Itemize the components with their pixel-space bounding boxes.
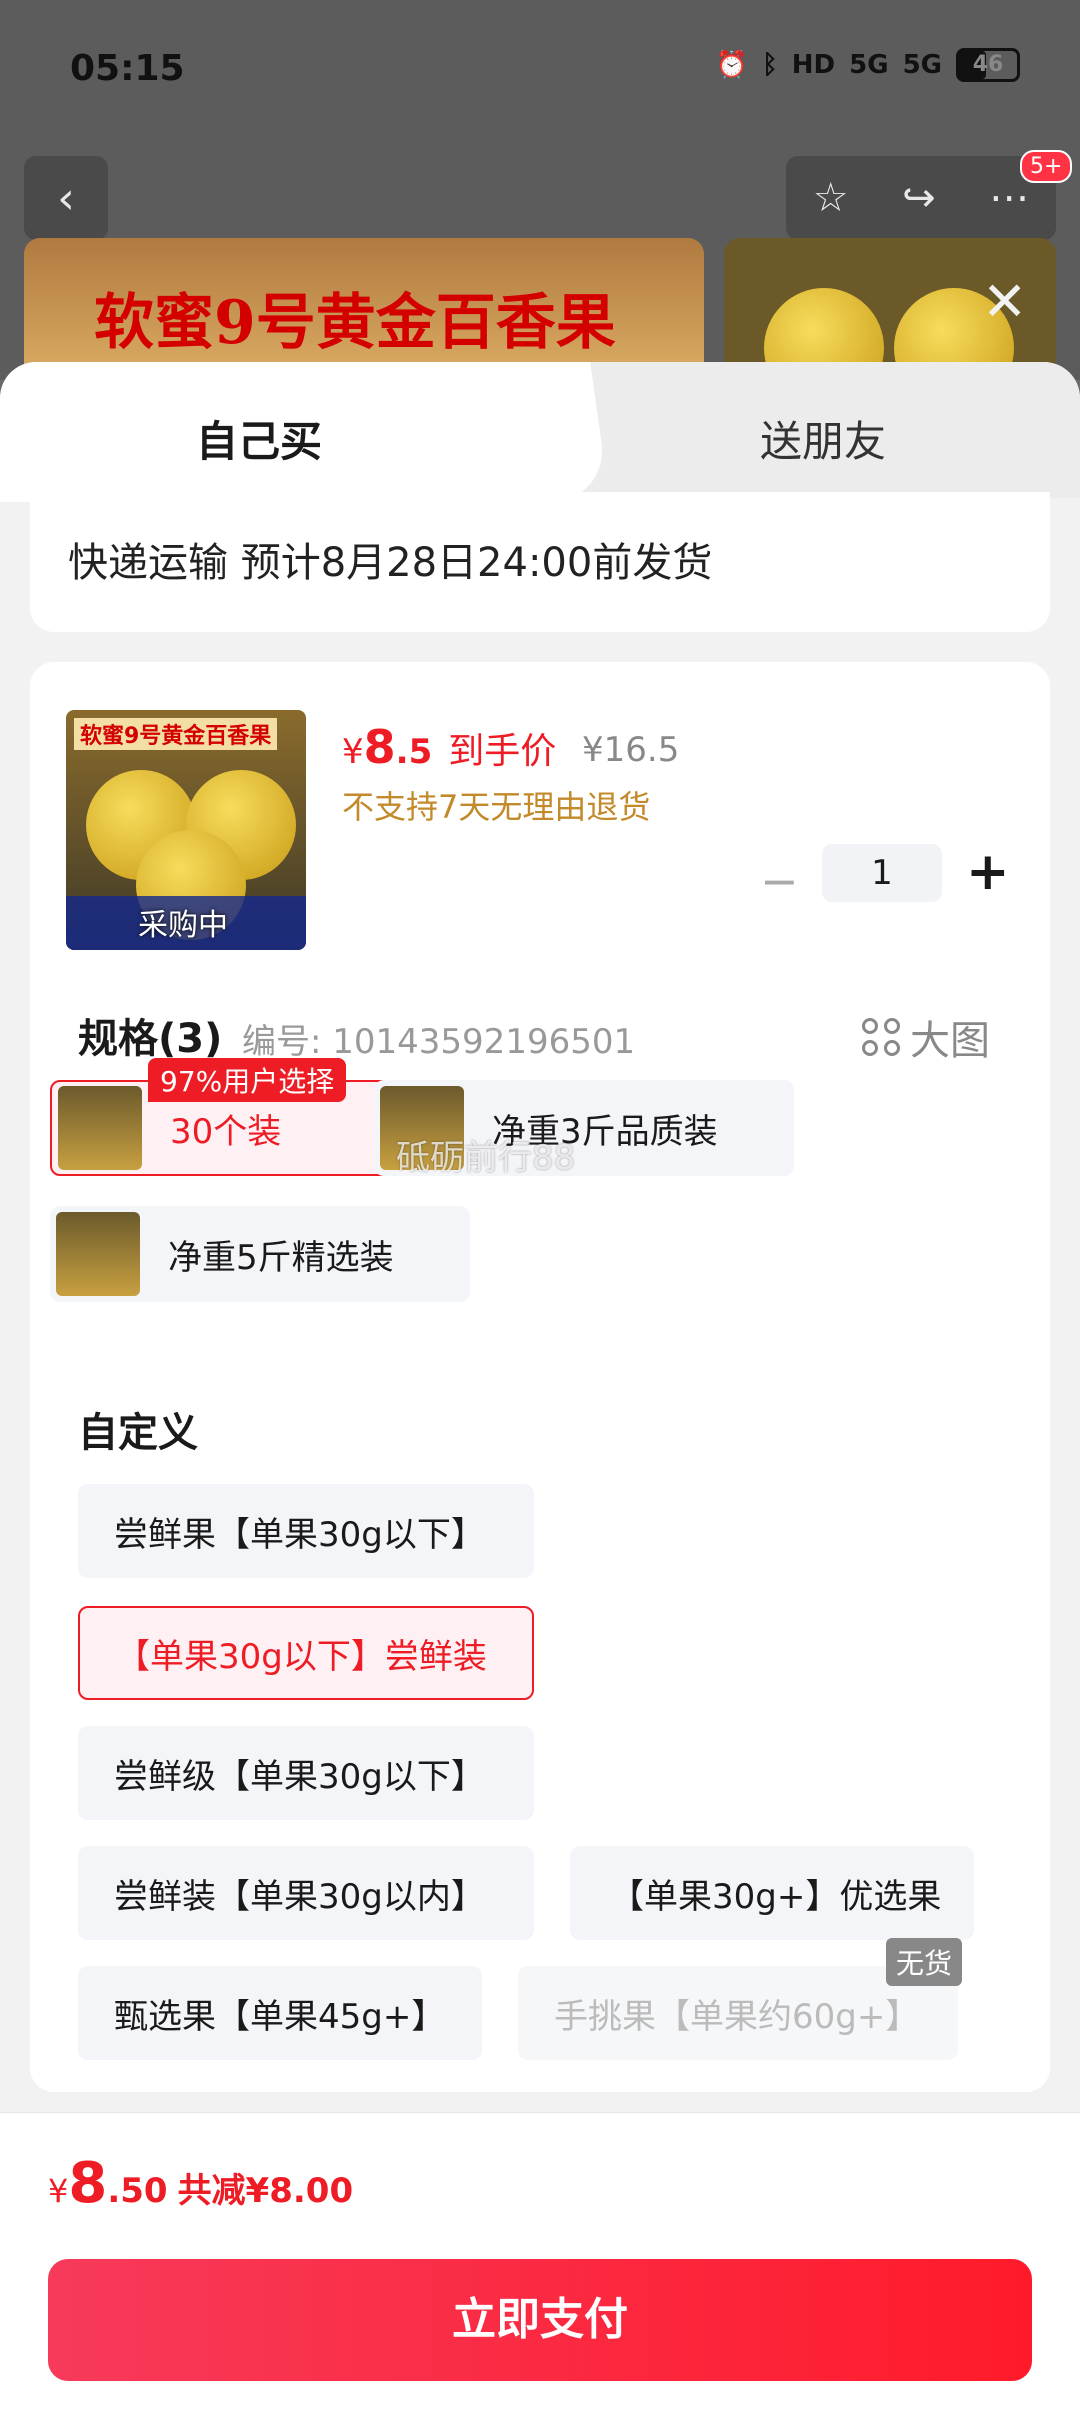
custom-option-label: 尝鲜装【单果30g以内】	[114, 1876, 485, 1917]
battery-icon: 46	[956, 48, 1020, 82]
big-image-label: 大图	[910, 1018, 990, 1064]
custom-title: 自定义	[78, 1410, 198, 1456]
banner-title: 软蜜9号黄金百香果	[94, 288, 616, 358]
fruit-image	[764, 288, 884, 368]
custom-option-selected[interactable]: 【单果30g以下】尝鲜装	[78, 1606, 534, 1700]
purchase-sheet: 自己买 送朋友 快递运输 预计8月28日24:00前发货 软蜜9号黄金百香果 采…	[0, 362, 1080, 2412]
total-decimal: .50	[107, 2171, 168, 2211]
thumbnail-title: 软蜜9号黄金百香果	[74, 718, 278, 750]
currency-symbol: ¥	[342, 732, 364, 772]
savings-text: 共减¥8.00	[177, 2171, 354, 2211]
status-icons: ⏰ ᛒ HD 5G 5G 46	[716, 48, 1020, 82]
total-integer: 8	[68, 2151, 108, 2216]
custom-option-label: 甄选果【单果45g+】	[114, 1996, 446, 2037]
alarm-icon: ⏰	[715, 50, 749, 80]
custom-option[interactable]: 尝鲜果【单果30g以下】	[78, 1484, 534, 1578]
big-image-button[interactable]: 大图	[862, 1008, 990, 1066]
back-button[interactable]: ‹	[24, 156, 108, 240]
more-icon[interactable]: ⋯	[989, 175, 1029, 221]
quantity-increase-button[interactable]: +	[966, 842, 1010, 902]
custom-option-label: 【单果30g+】优选果	[610, 1876, 942, 1917]
purchasing-label: 采购中	[138, 908, 228, 943]
return-policy: 不支持7天无理由退货	[342, 788, 651, 826]
tab-divider-curve	[480, 362, 610, 502]
popular-choice-tag: 97%用户选择	[148, 1058, 347, 1102]
original-price: ¥16.5	[582, 730, 680, 770]
status-bar: 05:15 ⏰ ᛒ HD 5G 5G 46	[0, 0, 1080, 140]
spec-title: 规格(3)	[78, 1016, 223, 1062]
share-icon[interactable]: ↪	[902, 175, 936, 221]
custom-option-label: 尝鲜果【单果30g以下】	[114, 1514, 485, 1555]
price-decimal: .5	[395, 732, 433, 772]
bluetooth-icon: ᛒ	[762, 50, 778, 80]
shipping-info: 快递运输 预计8月28日24:00前发货	[68, 540, 713, 586]
total-price: ¥8.50 共减¥8.00	[48, 2151, 353, 2216]
price-integer: 8	[363, 720, 396, 774]
price-label: 到手价	[448, 731, 557, 772]
product-thumbnail[interactable]: 软蜜9号黄金百香果 采购中	[66, 710, 306, 950]
signal-5g-icon: 5G	[849, 50, 889, 80]
signal-5g-icon-2: 5G	[902, 50, 942, 80]
final-price: ¥8.5 到手价	[342, 720, 556, 774]
custom-option[interactable]: 甄选果【单果45g+】	[78, 1966, 482, 2060]
top-actions: ☆ ↪ ⋯	[786, 156, 1056, 240]
quantity-input[interactable]: 1	[822, 844, 942, 902]
custom-option-label: 尝鲜级【单果30g以下】	[114, 1756, 485, 1797]
chevron-left-icon: ‹	[57, 172, 75, 224]
custom-option[interactable]: 尝鲜装【单果30g以内】	[78, 1846, 534, 1940]
status-time: 05:15	[70, 48, 185, 89]
option-thumbnail	[58, 1086, 142, 1170]
grid-icon	[862, 1018, 900, 1056]
product-code: 编号: 10143592196501	[242, 1022, 636, 1062]
close-icon[interactable]: ✕	[982, 270, 1027, 333]
battery-level: 46	[972, 52, 1004, 77]
product-banner-image[interactable]: 软蜜9号黄金百香果	[24, 238, 704, 368]
favorite-star-icon[interactable]: ☆	[813, 175, 849, 221]
custom-option-label: 手挑果【单果约60g+】	[554, 1996, 920, 2037]
spec-option-5jin[interactable]: 净重5斤精选装	[50, 1206, 470, 1302]
quantity-decrease-button[interactable]: −	[760, 854, 799, 908]
out-of-stock-badge: 无货	[886, 1938, 963, 1986]
shipping-card: 快递运输 预计8月28日24:00前发货	[30, 492, 1050, 632]
custom-option-label: 【单果30g以下】尝鲜装	[116, 1636, 487, 1677]
tab-self-buy-label: 自己买	[196, 417, 323, 466]
product-card: 软蜜9号黄金百香果 采购中 ¥8.5 到手价 ¥16.5 不支持7天无理由退货 −…	[30, 662, 1050, 2092]
cart-badge: 5+	[1020, 150, 1073, 183]
spec-option-label: 30个装	[170, 1111, 282, 1152]
hd-icon: HD	[791, 50, 836, 80]
custom-option[interactable]: 尝鲜级【单果30g以下】	[78, 1726, 534, 1820]
spec-option-label: 净重5斤精选装	[168, 1237, 394, 1278]
pay-now-button[interactable]: 立即支付	[48, 2259, 1032, 2381]
option-thumbnail	[56, 1212, 140, 1296]
currency-symbol: ¥	[48, 2172, 69, 2210]
checkout-footer: ¥8.50 共减¥8.00 立即支付	[0, 2112, 1080, 2412]
watermark: 砥砺前行88	[396, 1138, 576, 1178]
custom-option[interactable]: 【单果30g+】优选果	[570, 1846, 974, 1940]
tab-gift-label[interactable]: 送朋友	[760, 408, 886, 469]
